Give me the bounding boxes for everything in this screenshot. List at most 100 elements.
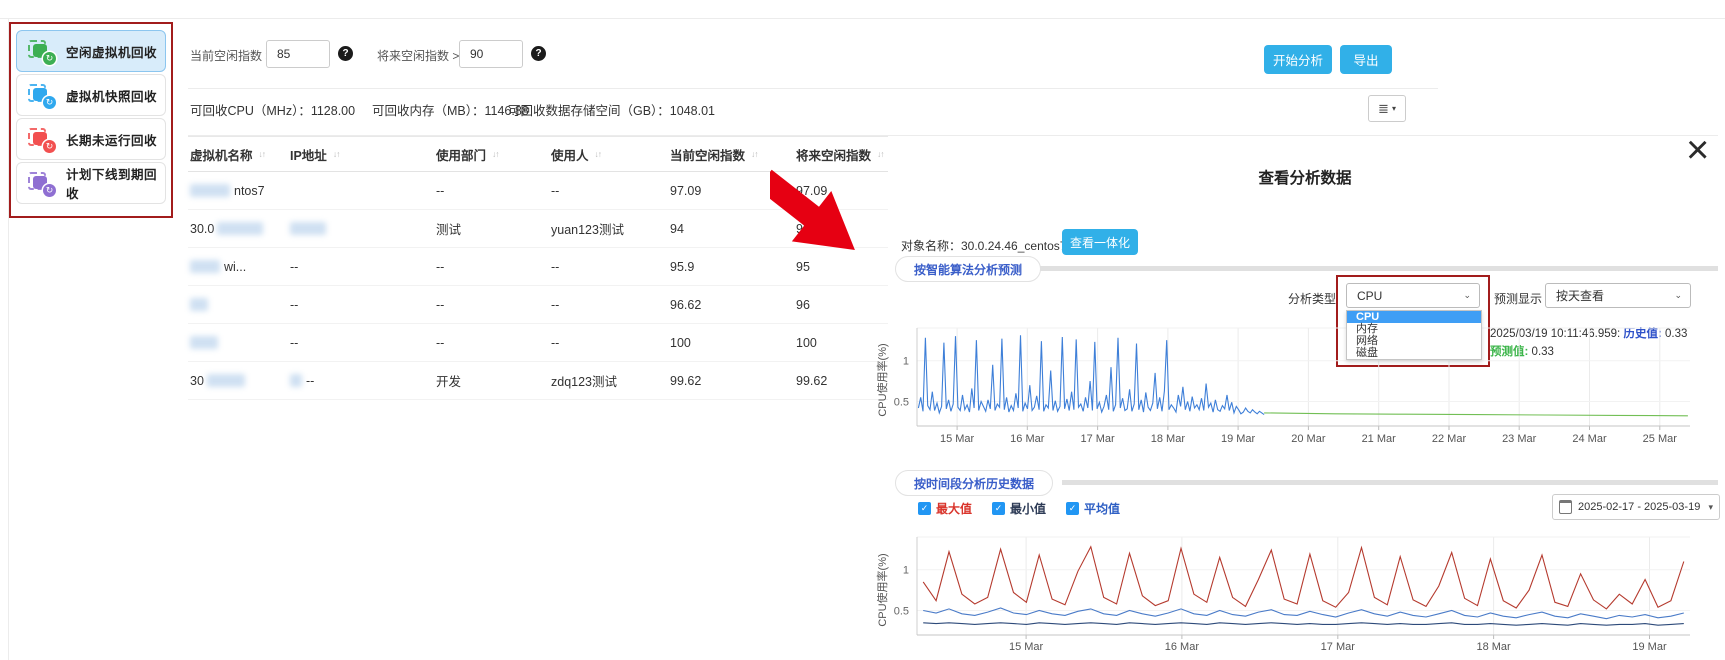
dropdown-option[interactable]: 网络 xyxy=(1347,335,1481,347)
table-header-row: 虚拟机名称↓↑IP地址↓↑使用部门↓↑使用人↓↑当前空闲指数↓↑将来空闲指数↓↑ xyxy=(188,136,888,172)
table-row[interactable]: wi...------95.995 xyxy=(188,248,888,286)
sort-icon[interactable]: ↓↑ xyxy=(492,149,499,159)
cell-text: -- xyxy=(551,336,559,350)
column-header[interactable]: 当前空闲指数 ↓↑ xyxy=(670,137,758,171)
cell-text: 30.0 xyxy=(190,222,214,236)
svg-text:22 Mar: 22 Mar xyxy=(1432,433,1467,445)
help-icon[interactable]: ? xyxy=(338,46,353,61)
legend-checkbox-avg[interactable]: ✓ 平均值 xyxy=(1066,500,1120,517)
table-cell: -- xyxy=(551,172,559,209)
table-cell: 99.62 xyxy=(796,362,827,399)
table-cell: 97.09 xyxy=(670,172,701,209)
sort-icon[interactable]: ↓↑ xyxy=(259,149,266,159)
start-analysis-button[interactable]: 开始分析 xyxy=(1264,45,1332,74)
sort-icon[interactable]: ↓↑ xyxy=(877,149,884,159)
table-cell: zdq123测试 xyxy=(551,362,617,399)
cell-text: -- xyxy=(436,336,444,350)
table-cell: -- xyxy=(290,286,298,323)
table-cell: 97.09 xyxy=(796,172,827,209)
cell-text: 94 xyxy=(670,222,684,236)
svg-text:16 Mar: 16 Mar xyxy=(1165,641,1200,653)
export-button[interactable]: 导出 xyxy=(1340,45,1392,74)
redacted-text xyxy=(290,222,326,235)
column-header[interactable]: IP地址 ↓↑ xyxy=(290,137,339,171)
table-cell: 92 xyxy=(796,210,810,247)
cell-text: 100 xyxy=(796,336,817,350)
section-bar xyxy=(1040,266,1718,271)
table-row[interactable]: ------96.6296 xyxy=(188,286,888,324)
table-cell: 96.62 xyxy=(670,286,701,323)
view-integration-button[interactable]: 查看一体化 xyxy=(1062,229,1138,255)
history-chart: 0.5115 Mar16 Mar17 Mar18 Mar19 Mar xyxy=(855,528,1723,660)
table-cell: -- xyxy=(290,362,314,399)
column-header-label: 将来空闲指数 xyxy=(796,145,871,164)
table-cell xyxy=(190,286,212,323)
table-row[interactable]: ------100100 xyxy=(188,324,888,362)
window-top-border xyxy=(0,18,1725,19)
sort-icon[interactable]: ↓↑ xyxy=(595,149,602,159)
redacted-text xyxy=(290,374,302,387)
sidebar-item[interactable]: ↻ 长期未运行回收 xyxy=(16,118,166,160)
section-bar xyxy=(1062,480,1718,485)
cell-text: 92 xyxy=(796,222,810,236)
view-toggle-button[interactable]: ≣ ▾ xyxy=(1368,95,1406,122)
chevron-down-icon: ▾ xyxy=(1392,104,1396,113)
table-cell: 测试 xyxy=(436,210,461,247)
column-header-label: 使用人 xyxy=(551,145,589,164)
svg-text:17 Mar: 17 Mar xyxy=(1080,433,1115,445)
section-history-tab[interactable]: 按时间段分析历史数据 xyxy=(895,470,1053,496)
table-row[interactable]: ntos7----97.0997.09 xyxy=(188,172,888,210)
vm-recycle-icon: ↻ xyxy=(28,172,55,195)
legend-label: 最大值 xyxy=(936,500,972,517)
column-header-label: 当前空闲指数 xyxy=(670,145,745,164)
cell-text: -- xyxy=(290,260,298,274)
redacted-text xyxy=(190,184,230,197)
table-cell: 100 xyxy=(796,324,817,361)
legend-checkbox-max[interactable]: ✓ 最大值 xyxy=(918,500,972,517)
cell-text: 95.9 xyxy=(670,260,694,274)
dropdown-option[interactable]: 磁盘 xyxy=(1347,347,1481,359)
table-cell: 30 xyxy=(190,362,245,399)
column-header[interactable]: 将来空闲指数 ↓↑ xyxy=(796,137,884,171)
table-cell: -- xyxy=(436,248,444,285)
vm-table: 虚拟机名称↓↑IP地址↓↑使用部门↓↑使用人↓↑当前空闲指数↓↑将来空闲指数↓↑… xyxy=(188,136,888,400)
analysis-type-value: CPU xyxy=(1357,289,1382,303)
sort-icon[interactable]: ↓↑ xyxy=(751,149,758,159)
table-row[interactable]: 30--开发zdq123测试99.6299.62 xyxy=(188,362,888,400)
date-range-picker[interactable]: 2025-02-17 - 2025-03-19 ▾ xyxy=(1552,494,1720,520)
cell-text: 96.62 xyxy=(670,298,701,312)
table-row[interactable]: 30.0测试yuan123测试9492 xyxy=(188,210,888,248)
recyclable-cpu: 可回收CPU（MHz）：1128.00 xyxy=(190,100,355,119)
forecast-display-select[interactable]: 按天查看 ⌄ xyxy=(1545,283,1691,308)
app-window: ↻ 空闲虚拟机回收 ↻ 虚拟机快照回收 ↻ 长期未运行回收 ↻ 计划下线到期回收… xyxy=(0,0,1725,660)
dropdown-option[interactable]: CPU xyxy=(1347,311,1481,323)
checkbox-icon: ✓ xyxy=(1066,502,1079,515)
table-cell: 94 xyxy=(670,210,684,247)
legend-checkbox-min[interactable]: ✓ 最小值 xyxy=(992,500,1046,517)
cell-text: ntos7 xyxy=(234,184,265,198)
sidebar-item[interactable]: ↻ 计划下线到期回收 xyxy=(16,162,166,204)
chevron-down-icon: ▾ xyxy=(1708,502,1713,513)
column-header[interactable]: 使用部门↓↑ xyxy=(436,137,499,171)
table-cell: 96 xyxy=(796,286,810,323)
sidebar-item[interactable]: ↻ 虚拟机快照回收 xyxy=(16,74,166,116)
column-header[interactable]: 虚拟机名称↓↑ xyxy=(190,137,265,171)
analysis-type-select[interactable]: CPU ⌄ xyxy=(1346,283,1480,308)
svg-text:1: 1 xyxy=(903,565,909,577)
recyclable-memory: 可回收内存（MB）：1146.88 xyxy=(372,100,529,119)
close-icon[interactable]: × xyxy=(1686,130,1709,170)
analysis-type-dropdown: CPU内存网络磁盘 xyxy=(1346,310,1482,360)
recyclable-storage: 可回收数据存储空间（GB）：1048.01 xyxy=(508,100,715,119)
dropdown-option[interactable]: 内存 xyxy=(1347,323,1481,335)
sidebar-item[interactable]: ↻ 空闲虚拟机回收 xyxy=(16,30,166,72)
table-cell: -- xyxy=(290,324,298,361)
help-icon[interactable]: ? xyxy=(531,46,546,61)
current-idle-input[interactable] xyxy=(266,40,330,68)
section-prediction-tab[interactable]: 按智能算法分析预测 xyxy=(895,256,1041,282)
cell-text: 99.62 xyxy=(796,374,827,388)
column-header-label: IP地址 xyxy=(290,145,327,164)
sort-icon[interactable]: ↓↑ xyxy=(333,149,340,159)
cell-text: 97.09 xyxy=(796,184,827,198)
column-header[interactable]: 使用人 ↓↑ xyxy=(551,137,601,171)
future-idle-input[interactable] xyxy=(459,40,523,68)
